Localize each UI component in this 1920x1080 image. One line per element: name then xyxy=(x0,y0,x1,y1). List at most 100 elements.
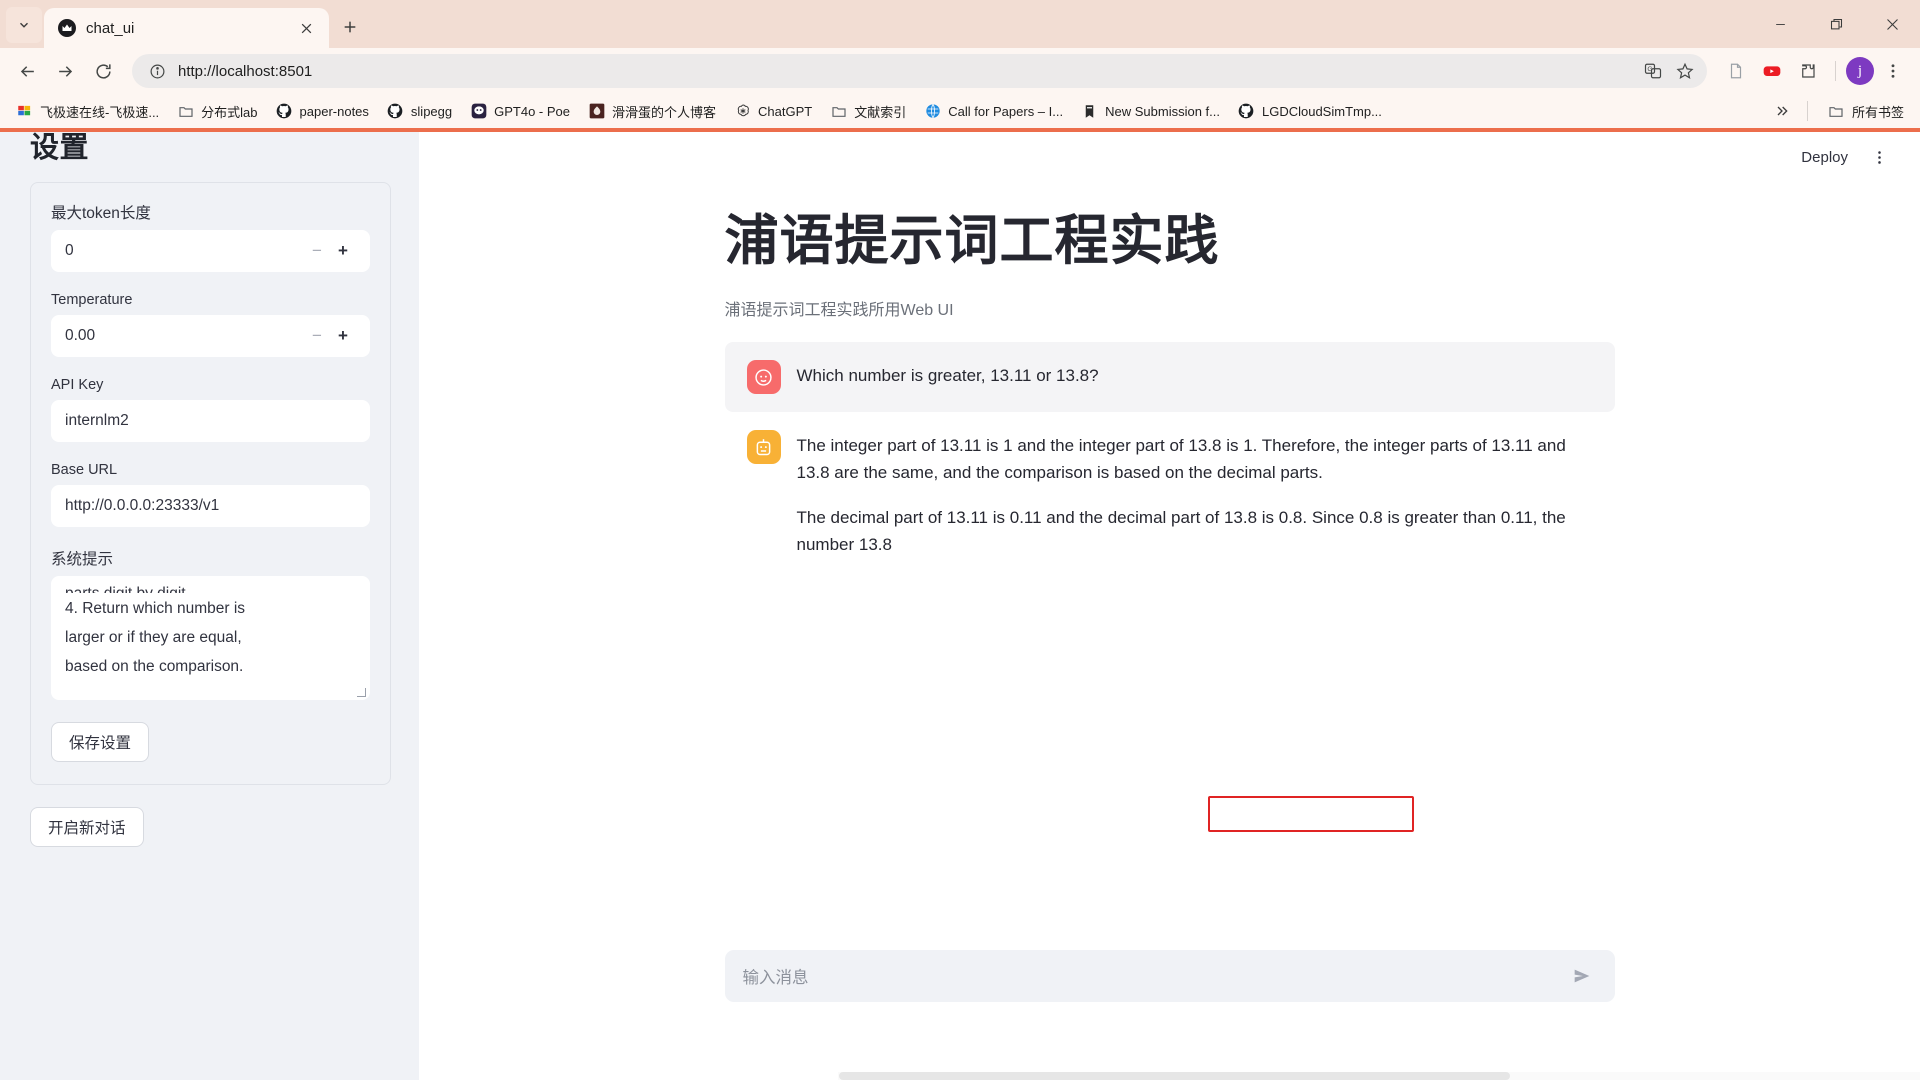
system-prompt-line: larger or if they are equal, xyxy=(65,629,242,646)
max-token-label: 最大token长度 xyxy=(51,205,151,222)
max-token-stepper[interactable]: 0 − + xyxy=(51,230,370,272)
folder-icon xyxy=(177,103,194,120)
bookmark-item[interactable]: Call for Papers – I... xyxy=(916,99,1071,124)
max-token-value[interactable]: 0 xyxy=(65,242,304,260)
max-token-increment-button[interactable]: + xyxy=(330,241,356,261)
system-prompt-line: based on the comparison. xyxy=(65,658,244,675)
save-settings-button[interactable]: 保存设置 xyxy=(51,722,150,762)
bookmark-item[interactable]: LGDCloudSimTmp... xyxy=(1230,99,1390,124)
document-icon[interactable] xyxy=(1719,54,1753,88)
temperature-value[interactable]: 0.00 xyxy=(65,327,304,345)
page-title: 浦语提示词工程实践 xyxy=(724,211,1220,271)
message-body: Which number is greater, 13.11 or 13.8? xyxy=(797,360,1099,394)
send-arrow-icon[interactable] xyxy=(1567,961,1597,991)
deploy-button[interactable]: Deploy xyxy=(1791,143,1858,172)
scrollbar-thumb[interactable] xyxy=(839,1072,1510,1080)
robot-icon xyxy=(746,430,781,465)
horizontal-scrollbar[interactable] xyxy=(838,1072,1920,1080)
address-bar[interactable]: http://localhost:8501 G xyxy=(132,54,1707,88)
message-paragraph: The decimal part of 13.11 is 0.11 and th… xyxy=(796,507,1566,554)
bookmark-label: Call for Papers – I... xyxy=(948,103,1064,119)
bookmarks-bar: 飞极速在线-飞极速... 分布式lab paper-notes slipegg … xyxy=(0,94,1920,128)
system-prompt-textarea[interactable]: parts digit by digit. 4. Return which nu… xyxy=(51,576,370,700)
bookmark-label: 文献索引 xyxy=(854,104,907,120)
three-dot-menu-icon[interactable] xyxy=(1876,54,1910,88)
translate-icon[interactable]: G xyxy=(1639,57,1667,85)
bookmark-item[interactable]: ChatGPT xyxy=(726,99,820,124)
github-icon xyxy=(387,103,404,120)
book-icon xyxy=(1081,103,1098,120)
settings-sidebar: 设置 最大token长度 0 − + Temperature 0.00 − + … xyxy=(0,132,419,1080)
toolbar-divider xyxy=(1835,61,1836,81)
resize-grip-icon[interactable] xyxy=(357,688,366,697)
three-dot-menu-icon[interactable] xyxy=(1864,142,1894,172)
window-close-icon[interactable] xyxy=(1864,0,1920,48)
bookmark-item[interactable]: 飞极速在线-飞极速... xyxy=(8,98,167,125)
chat-message-assistant: The integer part of 13.11 is 1 and the i… xyxy=(725,412,1615,576)
site-info-icon[interactable] xyxy=(146,60,168,82)
bookmark-label: paper-notes xyxy=(299,103,369,119)
base-url-input[interactable]: http://0.0.0.0:23333/v1 xyxy=(51,485,370,527)
bookmark-item[interactable]: 文献索引 xyxy=(822,98,914,125)
temperature-stepper[interactable]: 0.00 − + xyxy=(51,315,370,357)
github-icon xyxy=(1238,103,1255,120)
star-icon[interactable] xyxy=(1671,57,1699,85)
bookmark-item[interactable]: slipegg xyxy=(379,99,460,124)
github-icon xyxy=(276,103,293,120)
system-prompt-label: 系统提示 xyxy=(51,551,114,568)
bookmark-label: LGDCloudSimTmp... xyxy=(1261,103,1382,119)
message-composer[interactable]: 输入消息 xyxy=(724,950,1615,1002)
api-key-input[interactable]: internlm2 xyxy=(51,400,370,442)
back-arrow-icon[interactable] xyxy=(10,54,44,88)
tab-title: chat_ui xyxy=(86,19,135,37)
chevron-double-right-icon[interactable] xyxy=(1769,98,1795,124)
address-bar-url: http://localhost:8501 xyxy=(178,62,313,80)
tab-search-icon[interactable] xyxy=(6,7,42,43)
profile-avatar[interactable]: j xyxy=(1846,57,1874,85)
bookmark-label: 滑滑蛋的个人博客 xyxy=(612,104,717,120)
minimize-icon[interactable] xyxy=(1752,0,1808,48)
bookmark-item[interactable]: 分布式lab xyxy=(169,98,265,125)
main-inner: 浦语提示词工程实践 浦语提示词工程实践所用Web UI Which number… xyxy=(724,132,1615,577)
page-viewport: 设置 最大token长度 0 − + Temperature 0.00 − + … xyxy=(0,128,1920,1080)
message-input[interactable]: 输入消息 xyxy=(743,964,1567,988)
message-body: The integer part of 13.11 is 1 and the i… xyxy=(797,430,1593,558)
bookmark-item[interactable]: New Submission f... xyxy=(1073,99,1228,124)
main-header: Deploy xyxy=(1791,142,1894,172)
temperature-increment-button[interactable]: + xyxy=(330,326,356,346)
bookmarks-overflow: 所有书签 xyxy=(1769,98,1912,125)
bookmark-label: 分布式lab xyxy=(201,104,258,120)
temperature-label: Temperature xyxy=(51,292,133,308)
tab-strip: chat_ui xyxy=(0,0,1920,48)
bookmark-item[interactable]: GPT4o - Poe xyxy=(462,99,578,124)
bookmark-label: 飞极速在线-飞极速... xyxy=(40,104,160,120)
folder-icon xyxy=(830,103,847,120)
close-icon[interactable] xyxy=(293,15,319,41)
temperature-decrement-button[interactable]: − xyxy=(304,326,330,346)
system-prompt-line: parts digit by digit. xyxy=(65,579,356,593)
new-chat-button[interactable]: 开启新对话 xyxy=(30,807,144,847)
settings-card: 最大token长度 0 − + Temperature 0.00 − + API… xyxy=(30,182,391,785)
bookmark-item[interactable]: paper-notes xyxy=(268,99,377,124)
forward-arrow-icon[interactable] xyxy=(48,54,82,88)
streamlit-app: 设置 最大token长度 0 − + Temperature 0.00 − + … xyxy=(0,132,1920,1080)
maximize-icon[interactable] xyxy=(1808,0,1864,48)
sidebar-title: 设置 xyxy=(30,132,90,164)
puzzle-icon[interactable] xyxy=(1791,54,1825,88)
message-paragraph: Which number is greater, 13.11 or 13.8? xyxy=(796,366,1099,386)
all-bookmarks-button[interactable]: 所有书签 xyxy=(1820,98,1912,125)
annotation-highlight-box xyxy=(1208,796,1414,832)
blog-icon xyxy=(588,103,605,120)
bookmark-item[interactable]: 滑滑蛋的个人博客 xyxy=(580,98,724,125)
poe-icon xyxy=(470,103,487,120)
main-content: Deploy 浦语提示词工程实践 浦语提示词工程实践所用Web UI Which… xyxy=(419,132,1920,1080)
max-token-decrement-button[interactable]: − xyxy=(304,241,330,261)
reload-icon[interactable] xyxy=(86,54,120,88)
bookmark-label: GPT4o - Poe xyxy=(494,103,570,119)
youtube-icon[interactable] xyxy=(1755,54,1789,88)
api-key-label: API Key xyxy=(51,377,104,393)
api-key-value: internlm2 xyxy=(65,412,129,429)
base-url-value: http://0.0.0.0:23333/v1 xyxy=(65,497,220,514)
browser-tab[interactable]: chat_ui xyxy=(44,8,329,48)
new-tab-icon[interactable] xyxy=(337,14,363,40)
